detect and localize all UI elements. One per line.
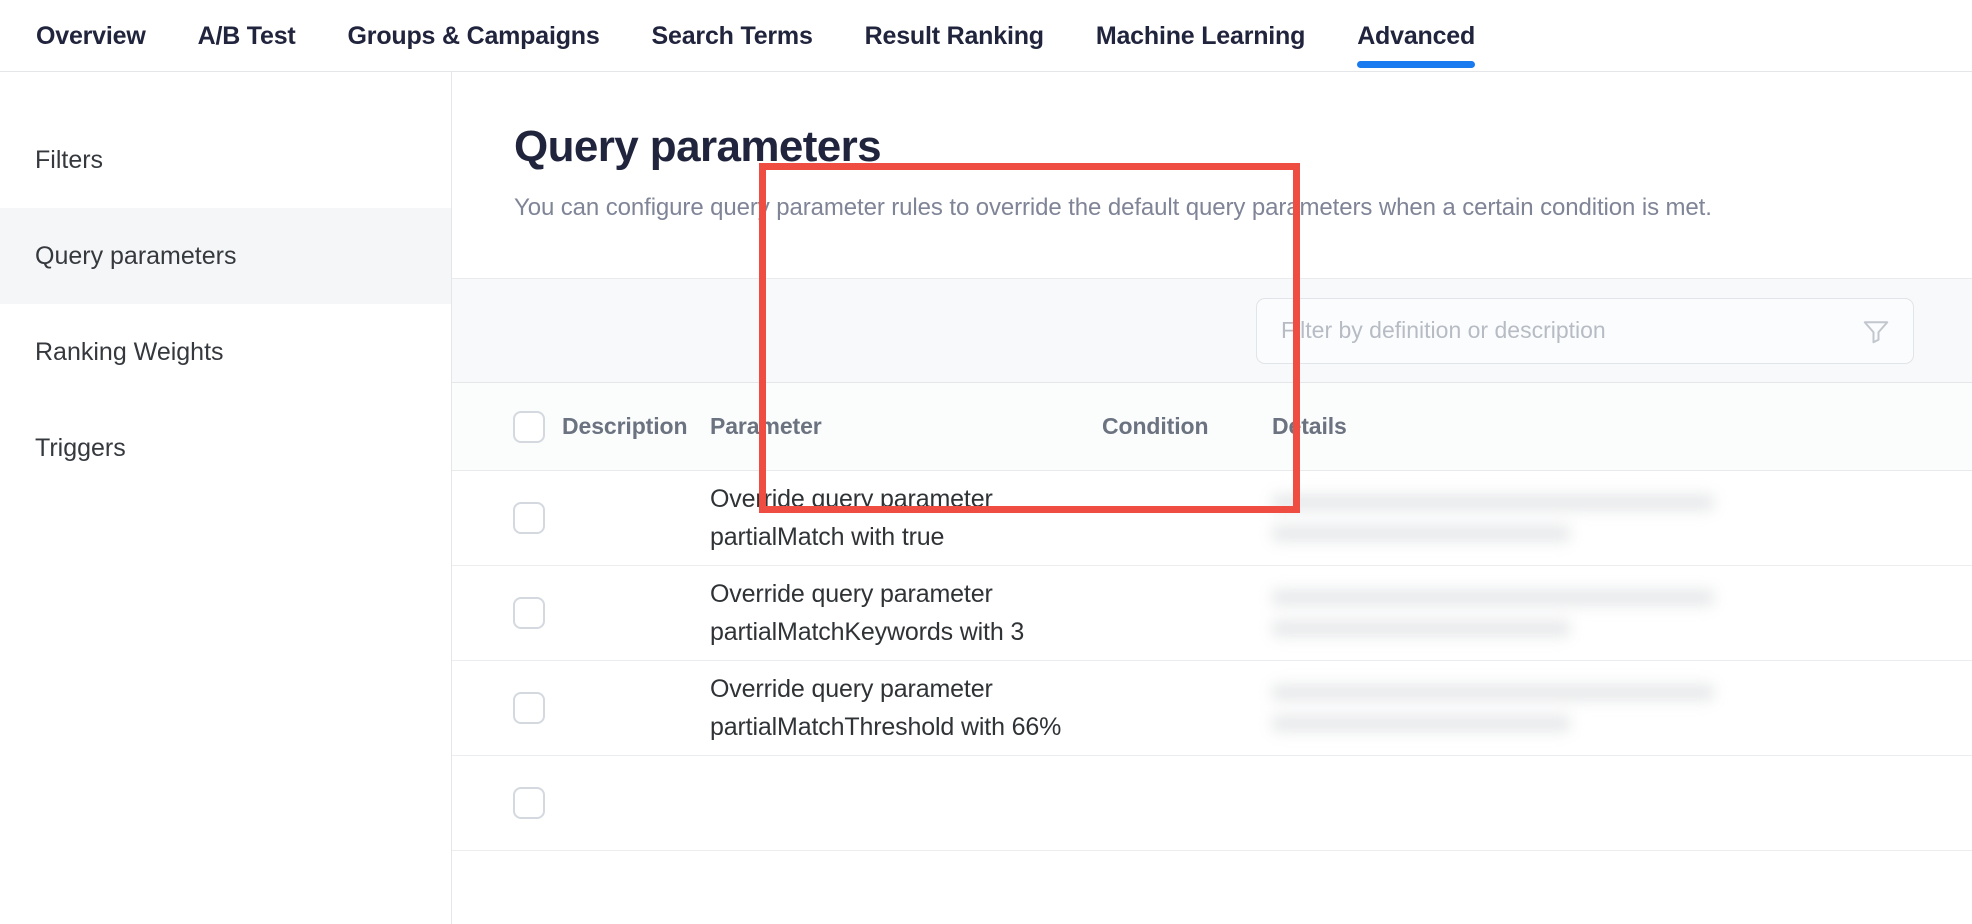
table-row[interactable]: Override query parameter partialMatchKey… <box>452 566 1972 661</box>
active-tab-underline <box>1357 61 1476 68</box>
cell-parameter: Override query parameter partialMatchKey… <box>710 580 1025 646</box>
table-body: Override query parameter partialMatch wi… <box>452 471 1972 851</box>
column-header-condition[interactable]: Condition <box>1102 413 1209 440</box>
nav-tab-label: Advanced <box>1357 21 1476 50</box>
column-header-description[interactable]: Description <box>562 413 688 440</box>
nav-tab-search-terms[interactable]: Search Terms <box>626 0 839 72</box>
main-content-panel: Query parameters You can configure query… <box>452 72 1972 924</box>
sidebar-item-query-parameters[interactable]: Query parameters <box>0 208 451 304</box>
nav-tab-label: Overview <box>36 21 146 50</box>
top-navigation-bar: Overview A/B Test Groups & Campaigns Search… <box>0 0 1972 72</box>
column-header-parameter[interactable]: Parameter <box>710 413 822 440</box>
query-parameters-table: Description Parameter Condition Details … <box>452 383 1972 851</box>
row-select-checkbox[interactable] <box>513 597 545 629</box>
nav-tab-label: Groups & Campaigns <box>347 21 600 50</box>
cell-parameter: Override query parameter partialMatchThr… <box>710 675 1062 741</box>
row-select-checkbox[interactable] <box>513 502 545 534</box>
nav-tab-a-b-test[interactable]: A/B Test <box>172 0 322 72</box>
settings-sidebar: Filters Query parameters Ranking Weights Tr… <box>0 72 452 924</box>
table-row[interactable]: Override query parameter partialMatchThr… <box>452 661 1972 756</box>
cell-details-redacted <box>1272 494 1752 542</box>
sidebar-item-label: Filters <box>35 145 104 174</box>
row-select-checkbox[interactable] <box>513 692 545 724</box>
select-all-checkbox[interactable] <box>513 410 545 443</box>
table-row[interactable]: Override query parameter partialMatch wi… <box>452 471 1972 566</box>
nav-tab-label: Result Ranking <box>864 21 1044 50</box>
nav-tab-groups-campaigns[interactable]: Groups & Campaigns <box>322 0 626 72</box>
funnel-icon[interactable] <box>1861 316 1891 346</box>
filter-input[interactable] <box>1281 317 1861 344</box>
nav-tab-label: Search Terms <box>651 21 813 50</box>
table-row[interactable] <box>452 756 1972 851</box>
nav-tab-result-ranking[interactable]: Result Ranking <box>839 0 1070 72</box>
sidebar-item-triggers[interactable]: Triggers <box>0 400 451 496</box>
table-header-row: Description Parameter Condition Details <box>452 383 1972 471</box>
cell-details-redacted <box>1272 684 1752 732</box>
nav-tab-machine-learning[interactable]: Machine Learning <box>1070 0 1331 72</box>
page-header: Query parameters You can configure query… <box>452 72 1972 222</box>
nav-tab-label: Machine Learning <box>1095 21 1306 50</box>
cell-details-redacted <box>1272 589 1752 637</box>
sidebar-item-filters[interactable]: Filters <box>0 112 451 208</box>
cell-parameter: Override query parameter partialMatch wi… <box>710 485 993 551</box>
sidebar-item-ranking-weights[interactable]: Ranking Weights <box>0 304 451 400</box>
nav-tab-overview[interactable]: Overview <box>36 0 172 72</box>
row-select-checkbox[interactable] <box>513 787 545 819</box>
sidebar-item-label: Ranking Weights <box>35 337 224 366</box>
nav-tab-advanced[interactable]: Advanced <box>1331 0 1501 72</box>
page-title: Query parameters <box>514 122 882 171</box>
table-toolbar <box>452 278 1972 383</box>
column-header-details[interactable]: Details <box>1272 413 1347 440</box>
sidebar-item-label: Query parameters <box>35 241 237 270</box>
page-subtitle: You can configure query parameter rules … <box>514 194 1712 221</box>
nav-tab-label: A/B Test <box>197 21 296 50</box>
filter-search-box[interactable] <box>1256 297 1914 364</box>
page-body: Filters Query parameters Ranking Weights Tr… <box>0 72 1972 924</box>
sidebar-item-label: Triggers <box>35 433 126 462</box>
